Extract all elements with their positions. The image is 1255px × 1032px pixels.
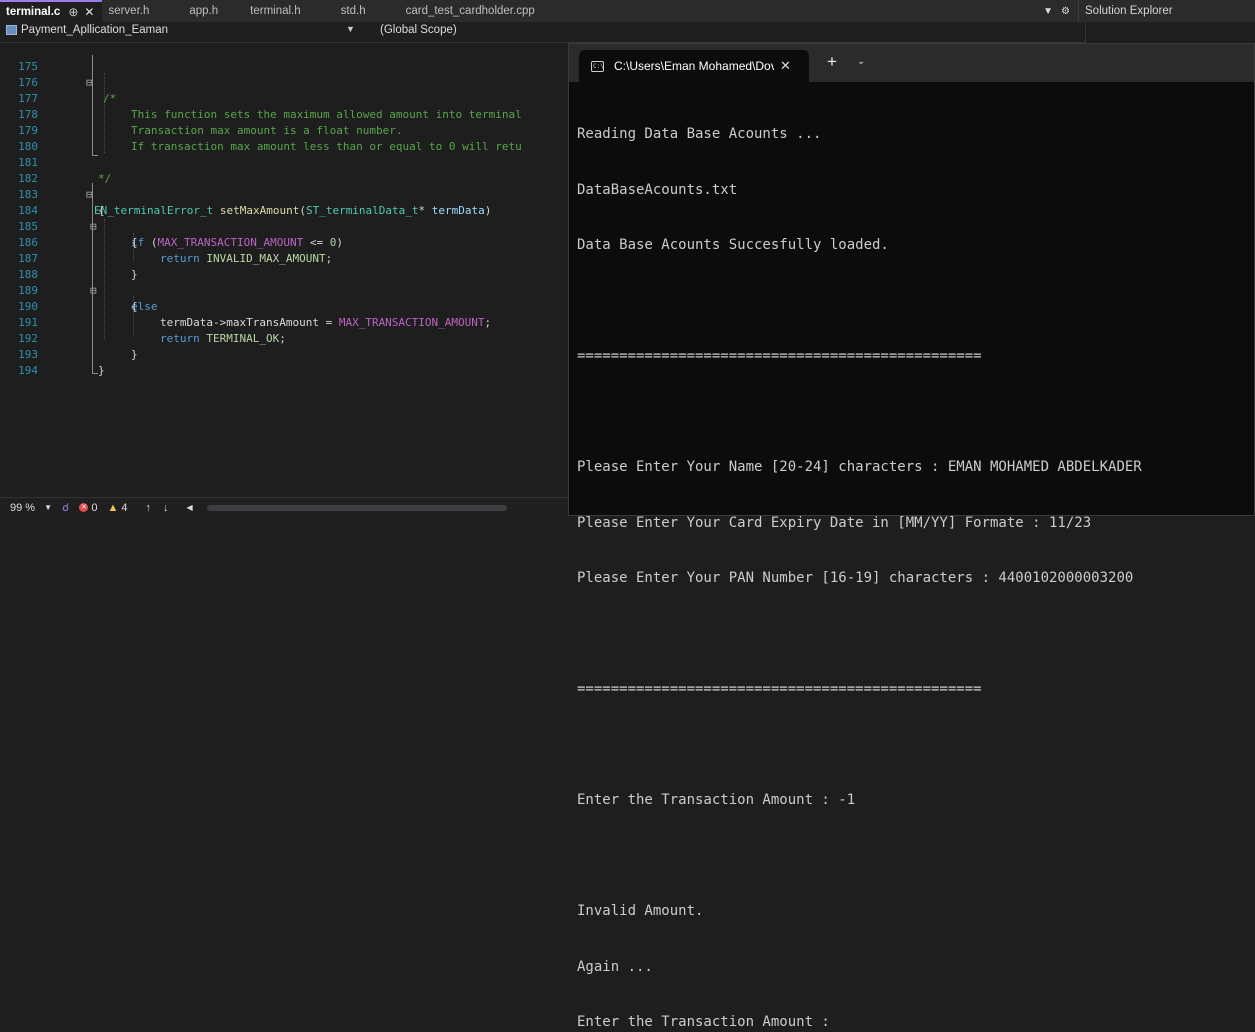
project-name: Payment_Apllication_Eaman xyxy=(21,24,169,36)
code-editor[interactable]: 175 ⊟ /* 176 177 This function sets the … xyxy=(0,43,570,497)
scope-dropdown[interactable]: (Global Scope) xyxy=(380,24,457,36)
terminal-output[interactable]: Reading Data Base Acounts ... DataBaseAc… xyxy=(577,88,1142,1032)
terminal-titlebar: C:\ C:\Users\Eman Mohamed\Dov ✕ + ⌄ xyxy=(569,44,1254,82)
code-line-183: 183 { xyxy=(0,171,570,217)
horizontal-scrollbar[interactable] xyxy=(206,504,507,511)
chevron-down-icon[interactable]: ⌄ xyxy=(857,56,865,67)
code-line-176: 176 xyxy=(0,59,570,89)
code-line-185: 185 { xyxy=(0,203,570,249)
warning-count-value: 4 xyxy=(121,501,128,514)
line-number: 194 xyxy=(18,364,38,377)
navigation-bar: Payment_Apllication_Eaman ▼ (Global Scop… xyxy=(0,22,1085,43)
code-line-192: 192 } xyxy=(0,315,570,361)
tab-label: terminal.c xyxy=(6,6,61,18)
editor-status-bar: 99 % ▼ ☌ ✕ 0 ▲ 4 ↑ ↓ ◀ xyxy=(0,497,570,517)
chevron-down-icon[interactable]: ▼ xyxy=(44,503,52,512)
down-arrow-icon[interactable]: ↓ xyxy=(163,502,169,514)
scroll-left-icon[interactable]: ◀ xyxy=(187,503,193,512)
code-line-184: 184 ⊟ if (MAX_TRANSACTION_AMOUNT <= 0) xyxy=(0,187,570,249)
error-count-value: 0 xyxy=(91,501,98,514)
code-line-181: 181 */ xyxy=(0,139,570,185)
code-line-182: 182 ⊟ EN_terminalError_t setMaxAmount(ST… xyxy=(0,155,570,217)
terminal-line: ========================================… xyxy=(577,681,982,697)
terminal-tab[interactable]: C:\ C:\Users\Eman Mohamed\Dov ✕ xyxy=(579,50,809,82)
tab-label: terminal.h xyxy=(250,5,301,17)
pin-icon[interactable]: ⊕ xyxy=(68,5,78,19)
intellicode-icon[interactable]: ☌ xyxy=(62,501,69,514)
close-icon[interactable]: ✕ xyxy=(780,58,791,74)
up-arrow-icon[interactable]: ↑ xyxy=(146,502,152,514)
terminal-line: Invalid Amount. xyxy=(577,903,704,919)
tab-app-h[interactable]: app.h xyxy=(159,0,228,22)
code-line-179: 179 If transaction max amount less than … xyxy=(0,107,570,153)
tab-std-h[interactable]: std.h xyxy=(311,0,376,22)
code-line-187: 187 } xyxy=(0,235,570,281)
code-line-178: 178 Transaction max amount is a float nu… xyxy=(0,91,570,137)
tab-label: std.h xyxy=(340,5,366,17)
code-line-190: 190 termData->maxTransAmount = MAX_TRANS… xyxy=(0,283,570,329)
tab-terminal-h[interactable]: terminal.h xyxy=(228,0,311,22)
code-line-191: 191 return TERMINAL_OK; xyxy=(0,299,570,345)
terminal-line: Enter the Transaction Amount : xyxy=(577,1014,830,1030)
terminal-tab-title: C:\Users\Eman Mohamed\Dov xyxy=(614,59,774,73)
brace: } xyxy=(98,364,105,377)
project-dropdown[interactable]: Payment_Apllication_Eaman xyxy=(6,24,361,36)
code-line-186: 186 return INVALID_MAX_AMOUNT; xyxy=(0,219,570,265)
code-line-193: 193 } xyxy=(0,331,570,377)
close-icon[interactable]: ✕ xyxy=(84,5,94,19)
terminal-line: Again ... xyxy=(577,958,653,975)
gear-icon[interactable]: ⚙ xyxy=(1061,6,1070,17)
code-line-194: 194 xyxy=(0,347,570,377)
code-line-189: 189 { xyxy=(0,267,570,313)
terminal-line: ​ xyxy=(577,736,1142,755)
warning-count[interactable]: ▲ 4 xyxy=(108,502,128,514)
terminal-line: Data Base Acounts Succesfully loaded. xyxy=(577,237,889,253)
tab-label: app.h xyxy=(189,5,219,17)
terminal-line: ​ xyxy=(577,403,1142,422)
warning-icon: ▲ xyxy=(107,501,119,514)
code-line-180: 180 xyxy=(0,123,570,153)
terminal-line: Please Enter Your Name [20-24] character… xyxy=(577,459,1142,475)
tab-terminal-c[interactable]: terminal.c ⊕ ✕ xyxy=(0,0,103,22)
tab-card-test-cardholder[interactable]: card_test_cardholder.cpp xyxy=(376,0,545,22)
terminal-line: ​ xyxy=(577,847,1142,866)
tab-server-h[interactable]: server.h xyxy=(102,0,159,22)
tab-label: card_test_cardholder.cpp xyxy=(405,5,535,17)
code-line-188: 188 ⊟ else xyxy=(0,251,570,313)
document-tab-bar: terminal.c ⊕ ✕ server.h app.h terminal.h… xyxy=(0,0,1255,22)
chevron-down-icon[interactable]: ▼ xyxy=(1043,6,1053,17)
terminal-line: Please Enter Your PAN Number [16-19] cha… xyxy=(577,570,1134,586)
terminal-line: Please Enter Your Card Expiry Date in [M… xyxy=(577,514,1092,531)
chevron-down-icon[interactable]: ▼ xyxy=(346,24,355,34)
terminal-line: ========================================… xyxy=(577,348,982,364)
terminal-icon: C:\ xyxy=(591,60,604,72)
solution-explorer-title[interactable]: Solution Explorer xyxy=(1078,0,1255,22)
terminal-window[interactable]: C:\ C:\Users\Eman Mohamed\Dov ✕ + ⌄ Read… xyxy=(568,43,1255,1030)
tab-label: server.h xyxy=(108,5,150,17)
error-count[interactable]: ✕ 0 xyxy=(79,501,98,514)
terminal-line: ​ xyxy=(577,292,1142,311)
zoom-level[interactable]: 99 % ▼ xyxy=(10,502,52,514)
terminal-line: Enter the Transaction Amount : -1 xyxy=(577,792,856,808)
terminal-line: DataBaseAcounts.txt xyxy=(577,181,738,198)
new-tab-button[interactable]: + xyxy=(827,52,837,72)
zoom-value: 99 % xyxy=(10,501,36,514)
project-icon xyxy=(6,25,17,35)
code-line-175: 175 ⊟ /* xyxy=(0,43,570,105)
code-line-177: 177 This function sets the maximum allow… xyxy=(0,75,570,121)
terminal-line: Reading Data Base Acounts ... xyxy=(577,126,822,142)
error-icon: ✕ xyxy=(79,503,89,512)
terminal-line: ​ xyxy=(577,625,1142,644)
